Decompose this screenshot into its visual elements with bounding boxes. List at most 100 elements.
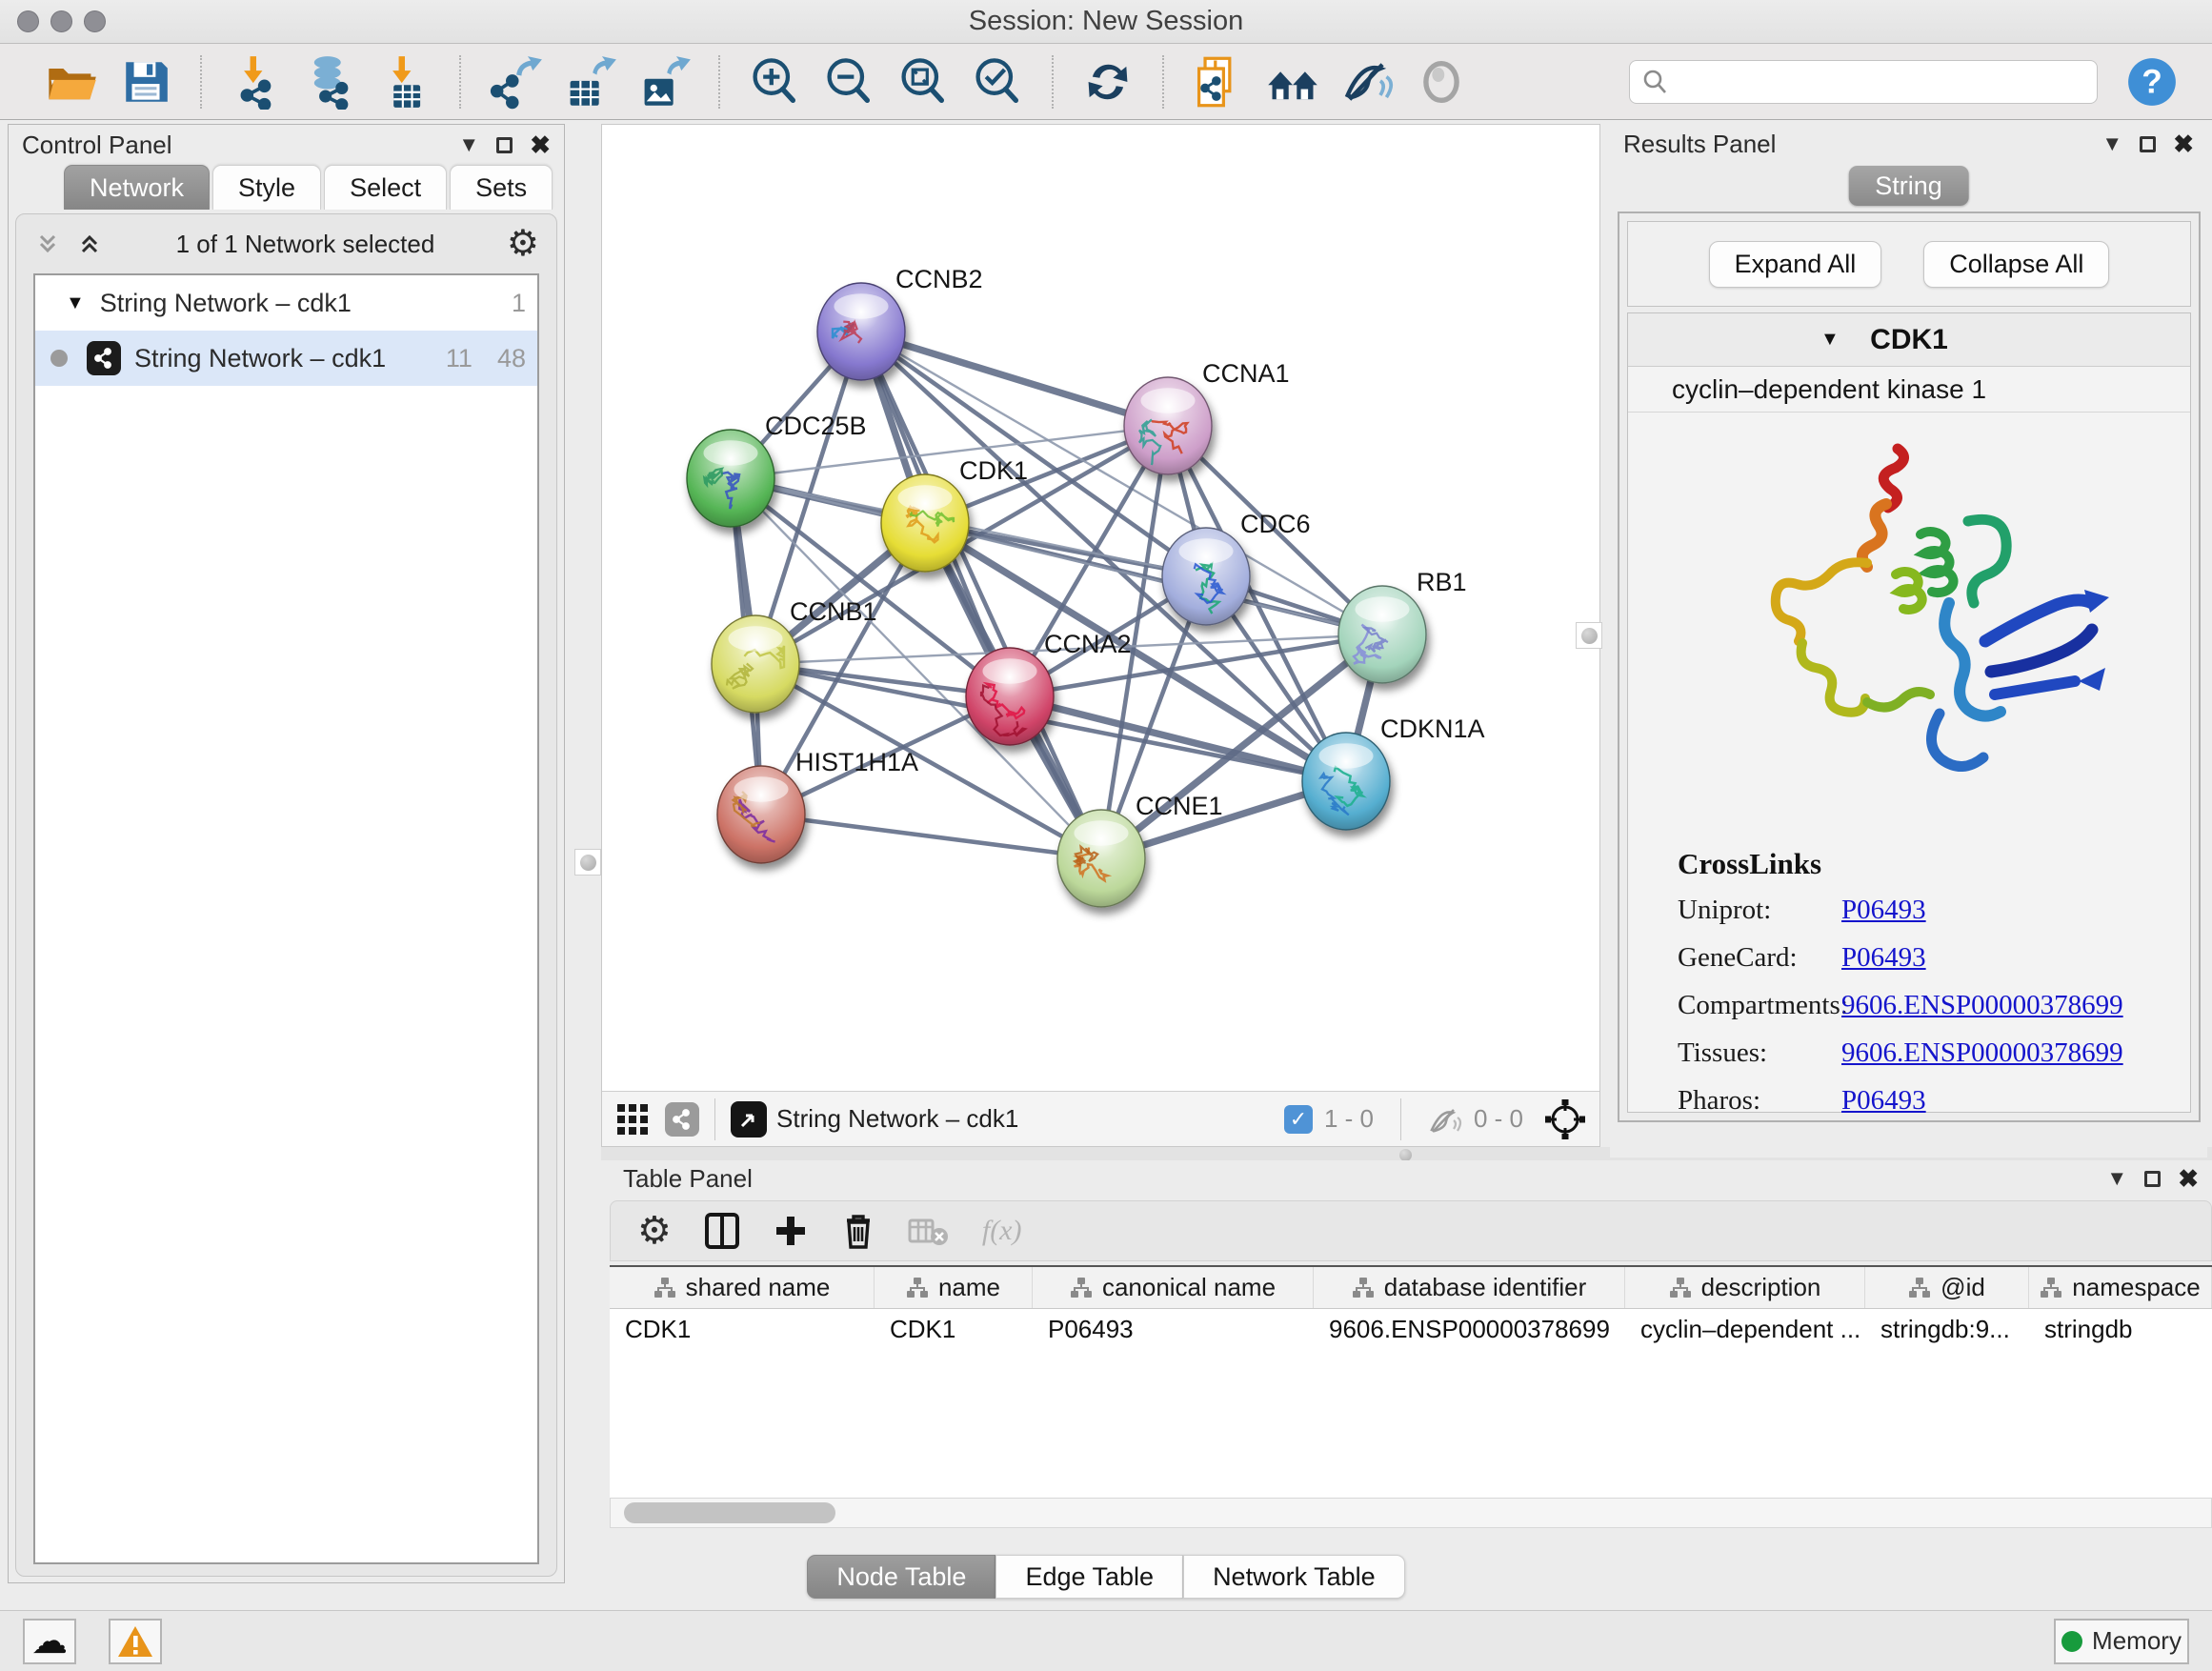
export-network-button[interactable]	[486, 52, 545, 111]
network-badge-icon[interactable]	[665, 1102, 699, 1137]
right-splitter-handle[interactable]	[1576, 622, 1602, 649]
column-header-shared-name[interactable]: shared name	[610, 1267, 875, 1308]
node-CCNB1[interactable]	[712, 615, 799, 713]
node-CDKN1A[interactable]	[1302, 733, 1390, 830]
table-options-gear-icon[interactable]: ⚙	[637, 1212, 672, 1250]
network-collection-row[interactable]: ▼ String Network – cdk1 1	[35, 275, 537, 331]
column-header-namespace[interactable]: namespace	[2029, 1267, 2212, 1308]
crosslink-pharos-link[interactable]: P06493	[1841, 1085, 1926, 1117]
memory-button[interactable]: Memory	[2054, 1619, 2189, 1664]
node-CCNB2[interactable]	[817, 283, 905, 380]
detach-view-icon[interactable]	[731, 1101, 767, 1137]
control-panel-menu-icon[interactable]: ▼	[458, 132, 479, 157]
zoom-out-button[interactable]	[819, 52, 878, 111]
crosslink-tissues-link[interactable]: 9606.ENSP00000378699	[1841, 1037, 2123, 1069]
table-row[interactable]: CDK1 CDK1 P06493 9606.ENSP00000378699 cy…	[610, 1309, 2212, 1353]
node-CDC25B[interactable]	[687, 430, 774, 527]
tab-string[interactable]: String	[1848, 166, 1969, 206]
apply-layout-button[interactable]	[1078, 52, 1137, 111]
tab-style[interactable]: Style	[212, 165, 321, 210]
import-network-button[interactable]	[227, 52, 286, 111]
grid-view-icon[interactable]	[615, 1102, 650, 1137]
hide-panel-button[interactable]	[1337, 52, 1397, 111]
tab-network-table[interactable]: Network Table	[1183, 1555, 1405, 1599]
node-table[interactable]: shared name name canonical name	[610, 1265, 2212, 1498]
edge-CCNB2-CCNE1[interactable]	[861, 332, 1101, 858]
left-splitter-handle[interactable]	[574, 849, 601, 876]
scrollbar-thumb[interactable]	[624, 1502, 835, 1523]
gene-expander-icon[interactable]: ▼	[1820, 329, 1840, 351]
column-header-id[interactable]: @id	[1865, 1267, 2029, 1308]
tab-node-table[interactable]: Node Table	[807, 1555, 995, 1599]
column-header-description[interactable]: description	[1625, 1267, 1865, 1308]
home-view-button[interactable]	[1263, 52, 1322, 111]
search-input[interactable]	[1670, 67, 2070, 96]
table-panel-menu-icon[interactable]: ▼	[2106, 1166, 2127, 1191]
node-CCNA1[interactable]	[1124, 377, 1212, 474]
node-CCNE1[interactable]	[1057, 810, 1145, 907]
expand-all-button[interactable]: Expand All	[1709, 241, 1882, 288]
column-header-name[interactable]: name	[875, 1267, 1033, 1308]
node-label-CDK1: CDK1	[959, 456, 1028, 485]
cloud-status-button[interactable]: ☁	[23, 1619, 76, 1664]
clone-network-button[interactable]	[1189, 52, 1248, 111]
save-session-button[interactable]	[116, 52, 175, 111]
results-panel-menu-icon[interactable]: ▼	[2101, 131, 2122, 156]
control-panel-close-icon[interactable]: ✖	[530, 131, 551, 160]
network-edges[interactable]	[731, 332, 1382, 858]
delete-icon[interactable]	[841, 1211, 875, 1251]
birds-eye-icon[interactable]	[1544, 1098, 1586, 1140]
edge-HIST1H1A-CCNE1[interactable]	[761, 815, 1101, 858]
tab-network[interactable]: Network	[64, 165, 210, 210]
open-session-button[interactable]	[42, 52, 101, 111]
node-RB1[interactable]	[1338, 586, 1426, 683]
table-panel-float-icon[interactable]	[2144, 1171, 2161, 1187]
collection-expander-icon[interactable]: ▼	[66, 292, 85, 314]
add-column-icon[interactable]	[773, 1213, 809, 1249]
tab-edge-table[interactable]: Edge Table	[995, 1555, 1183, 1599]
warnings-button[interactable]	[109, 1619, 162, 1664]
right-splitter[interactable]	[1601, 124, 1610, 1147]
results-panel-float-icon[interactable]	[2140, 136, 2156, 152]
crosslink-compartments-link[interactable]: 9606.ENSP00000378699	[1841, 990, 2123, 1021]
node-HIST1H1A[interactable]	[717, 766, 805, 863]
network-row[interactable]: String Network – cdk1 11 48	[35, 331, 537, 386]
toolbar-separator	[200, 55, 202, 109]
expand-all-icon[interactable]	[75, 230, 104, 258]
import-table-button[interactable]	[375, 52, 434, 111]
export-table-button[interactable]	[560, 52, 619, 111]
selected-checkbox[interactable]: ✓	[1284, 1105, 1313, 1134]
collapse-all-icon[interactable]	[33, 230, 62, 258]
import-network-from-database-button[interactable]	[301, 52, 360, 111]
edge-CCNB2-CCNA1[interactable]	[861, 332, 1168, 426]
export-image-button[interactable]	[634, 52, 694, 111]
table-panel-close-icon[interactable]: ✖	[2178, 1164, 2199, 1194]
zoom-selected-button[interactable]	[968, 52, 1027, 111]
node-CCNA2[interactable]	[966, 648, 1054, 745]
show-columns-icon[interactable]	[704, 1212, 740, 1250]
table-horizontal-scrollbar[interactable]	[610, 1498, 2212, 1528]
zoom-fit-button[interactable]	[894, 52, 953, 111]
expand-collapse-box: Expand All Collapse All	[1627, 221, 2191, 307]
tab-select[interactable]: Select	[324, 165, 447, 210]
control-panel-float-icon[interactable]	[496, 137, 513, 153]
show-panel-button[interactable]	[1412, 52, 1471, 111]
node-CDC6[interactable]	[1162, 528, 1250, 625]
node-CDK1[interactable]	[881, 474, 969, 572]
results-panel-close-icon[interactable]: ✖	[2173, 130, 2194, 159]
help-button[interactable]: ?	[2122, 52, 2182, 111]
column-header-canonical-name[interactable]: canonical name	[1033, 1267, 1314, 1308]
collapse-all-button[interactable]: Collapse All	[1923, 241, 2109, 288]
network-options-gear-icon[interactable]: ⚙	[507, 226, 539, 262]
crosslink-uniprot-link[interactable]: P06493	[1841, 895, 1926, 926]
crosslink-genecard-link[interactable]: P06493	[1841, 942, 1926, 974]
string-results-container: Expand All Collapse All ▼ CDK1 cyclin–de…	[1618, 211, 2201, 1122]
memory-label: Memory	[2092, 1626, 2182, 1656]
gene-section: ▼ CDK1 cyclin–dependent kinase 1	[1627, 312, 2191, 1113]
zoom-in-button[interactable]	[745, 52, 804, 111]
gene-section-header[interactable]: ▼ CDK1	[1628, 313, 2190, 367]
network-canvas[interactable]: CCNB2CCNA1CDC25BCDK1CDC6RB1CCNB1CCNA2CDK…	[601, 124, 1600, 1147]
tab-sets[interactable]: Sets	[450, 165, 553, 210]
column-header-database-identifier[interactable]: database identifier	[1314, 1267, 1625, 1308]
network-graph[interactable]: CCNB2CCNA1CDC25BCDK1CDC6RB1CCNB1CCNA2CDK…	[602, 125, 1599, 1091]
